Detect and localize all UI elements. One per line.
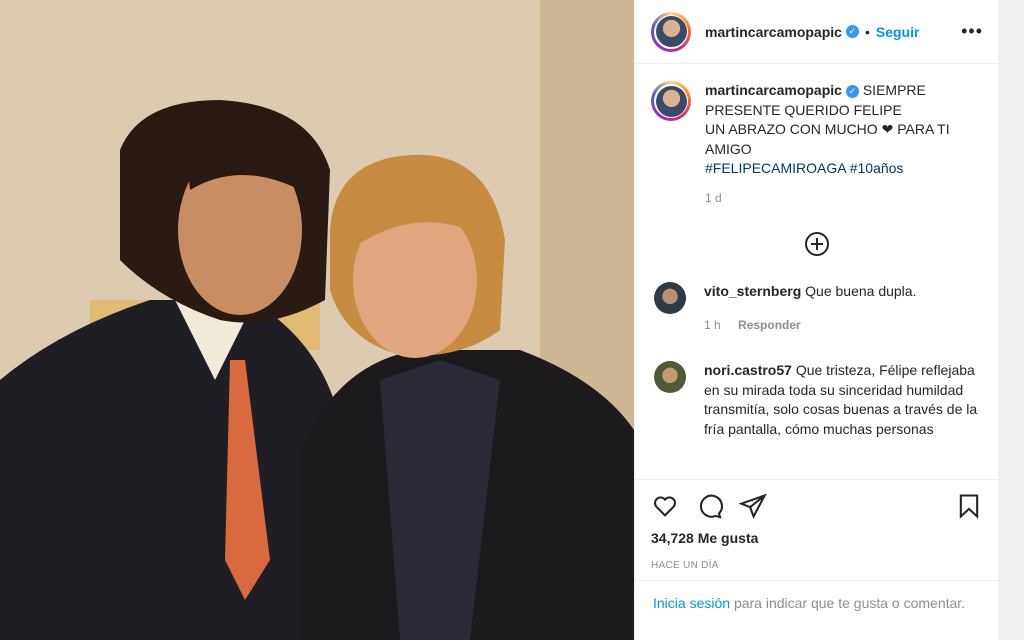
login-prompt: Inicia sesión para indicar que te gusta … <box>635 580 999 625</box>
caption-line2: UN ABRAZO CON MUCHO <box>705 121 878 137</box>
post-panel: martincarcamopapic ✓ • Seguir ••• martin… <box>634 0 999 640</box>
comment-item: nori.castro57 Que tristeza, Félipe refle… <box>651 361 983 439</box>
verified-icon: ✓ <box>845 84 859 98</box>
header-username[interactable]: martincarcamopapic <box>705 24 842 40</box>
separator-dot: • <box>864 23 870 40</box>
comment-icon[interactable] <box>695 492 723 520</box>
comment-time: 1 h <box>704 317 721 332</box>
caption-avatar[interactable] <box>651 81 691 121</box>
commenter-avatar[interactable] <box>654 282 686 314</box>
load-more-comments-icon[interactable] <box>805 232 829 256</box>
save-bookmark-icon[interactable] <box>955 492 983 520</box>
comment-username[interactable]: nori.castro57 <box>704 362 792 378</box>
post-date: HACE UN DÍA <box>651 560 719 571</box>
comment-item: vito_sternberg Que buena dupla. 1 h Resp… <box>651 282 983 335</box>
caption-hashtags[interactable]: #FELIPECAMIROAGA #10años <box>705 160 903 176</box>
photo-illustration <box>0 0 634 640</box>
comment-username[interactable]: vito_sternberg <box>704 283 801 299</box>
share-icon[interactable] <box>739 492 767 520</box>
heart-icon: ❤ <box>881 121 894 137</box>
likes-number: 34,728 <box>651 530 694 546</box>
caption-time: 1 d <box>705 190 722 205</box>
caption-username[interactable]: martincarcamopapic <box>705 82 842 98</box>
likes-count[interactable]: 34,728 Me gusta <box>651 530 983 546</box>
reply-button[interactable]: Responder <box>738 318 801 332</box>
caption: martincarcamopapic ✓ SIEMPRE PRESENTE QUE… <box>651 81 983 208</box>
post-actions: 34,728 Me gusta HACE UN DÍA <box>635 479 999 579</box>
login-link[interactable]: Inicia sesión <box>653 595 730 611</box>
follow-button[interactable]: Seguir <box>876 24 920 40</box>
avatar[interactable] <box>651 11 691 52</box>
verified-icon: ✓ <box>845 25 859 38</box>
post-header: martincarcamopapic ✓ • Seguir ••• <box>635 0 999 64</box>
like-heart-icon[interactable] <box>651 492 679 520</box>
likes-label: Me gusta <box>697 530 759 546</box>
post-photo[interactable] <box>0 0 634 640</box>
page-gutter <box>998 0 1024 640</box>
more-options-icon[interactable]: ••• <box>961 21 983 42</box>
commenter-avatar[interactable] <box>654 361 686 393</box>
login-text: para indicar que te gusta o comentar. <box>733 595 966 611</box>
comments-section[interactable]: martincarcamopapic ✓ SIEMPRE PRESENTE QUE… <box>635 65 999 479</box>
comment-text: Que buena dupla. <box>805 283 917 299</box>
